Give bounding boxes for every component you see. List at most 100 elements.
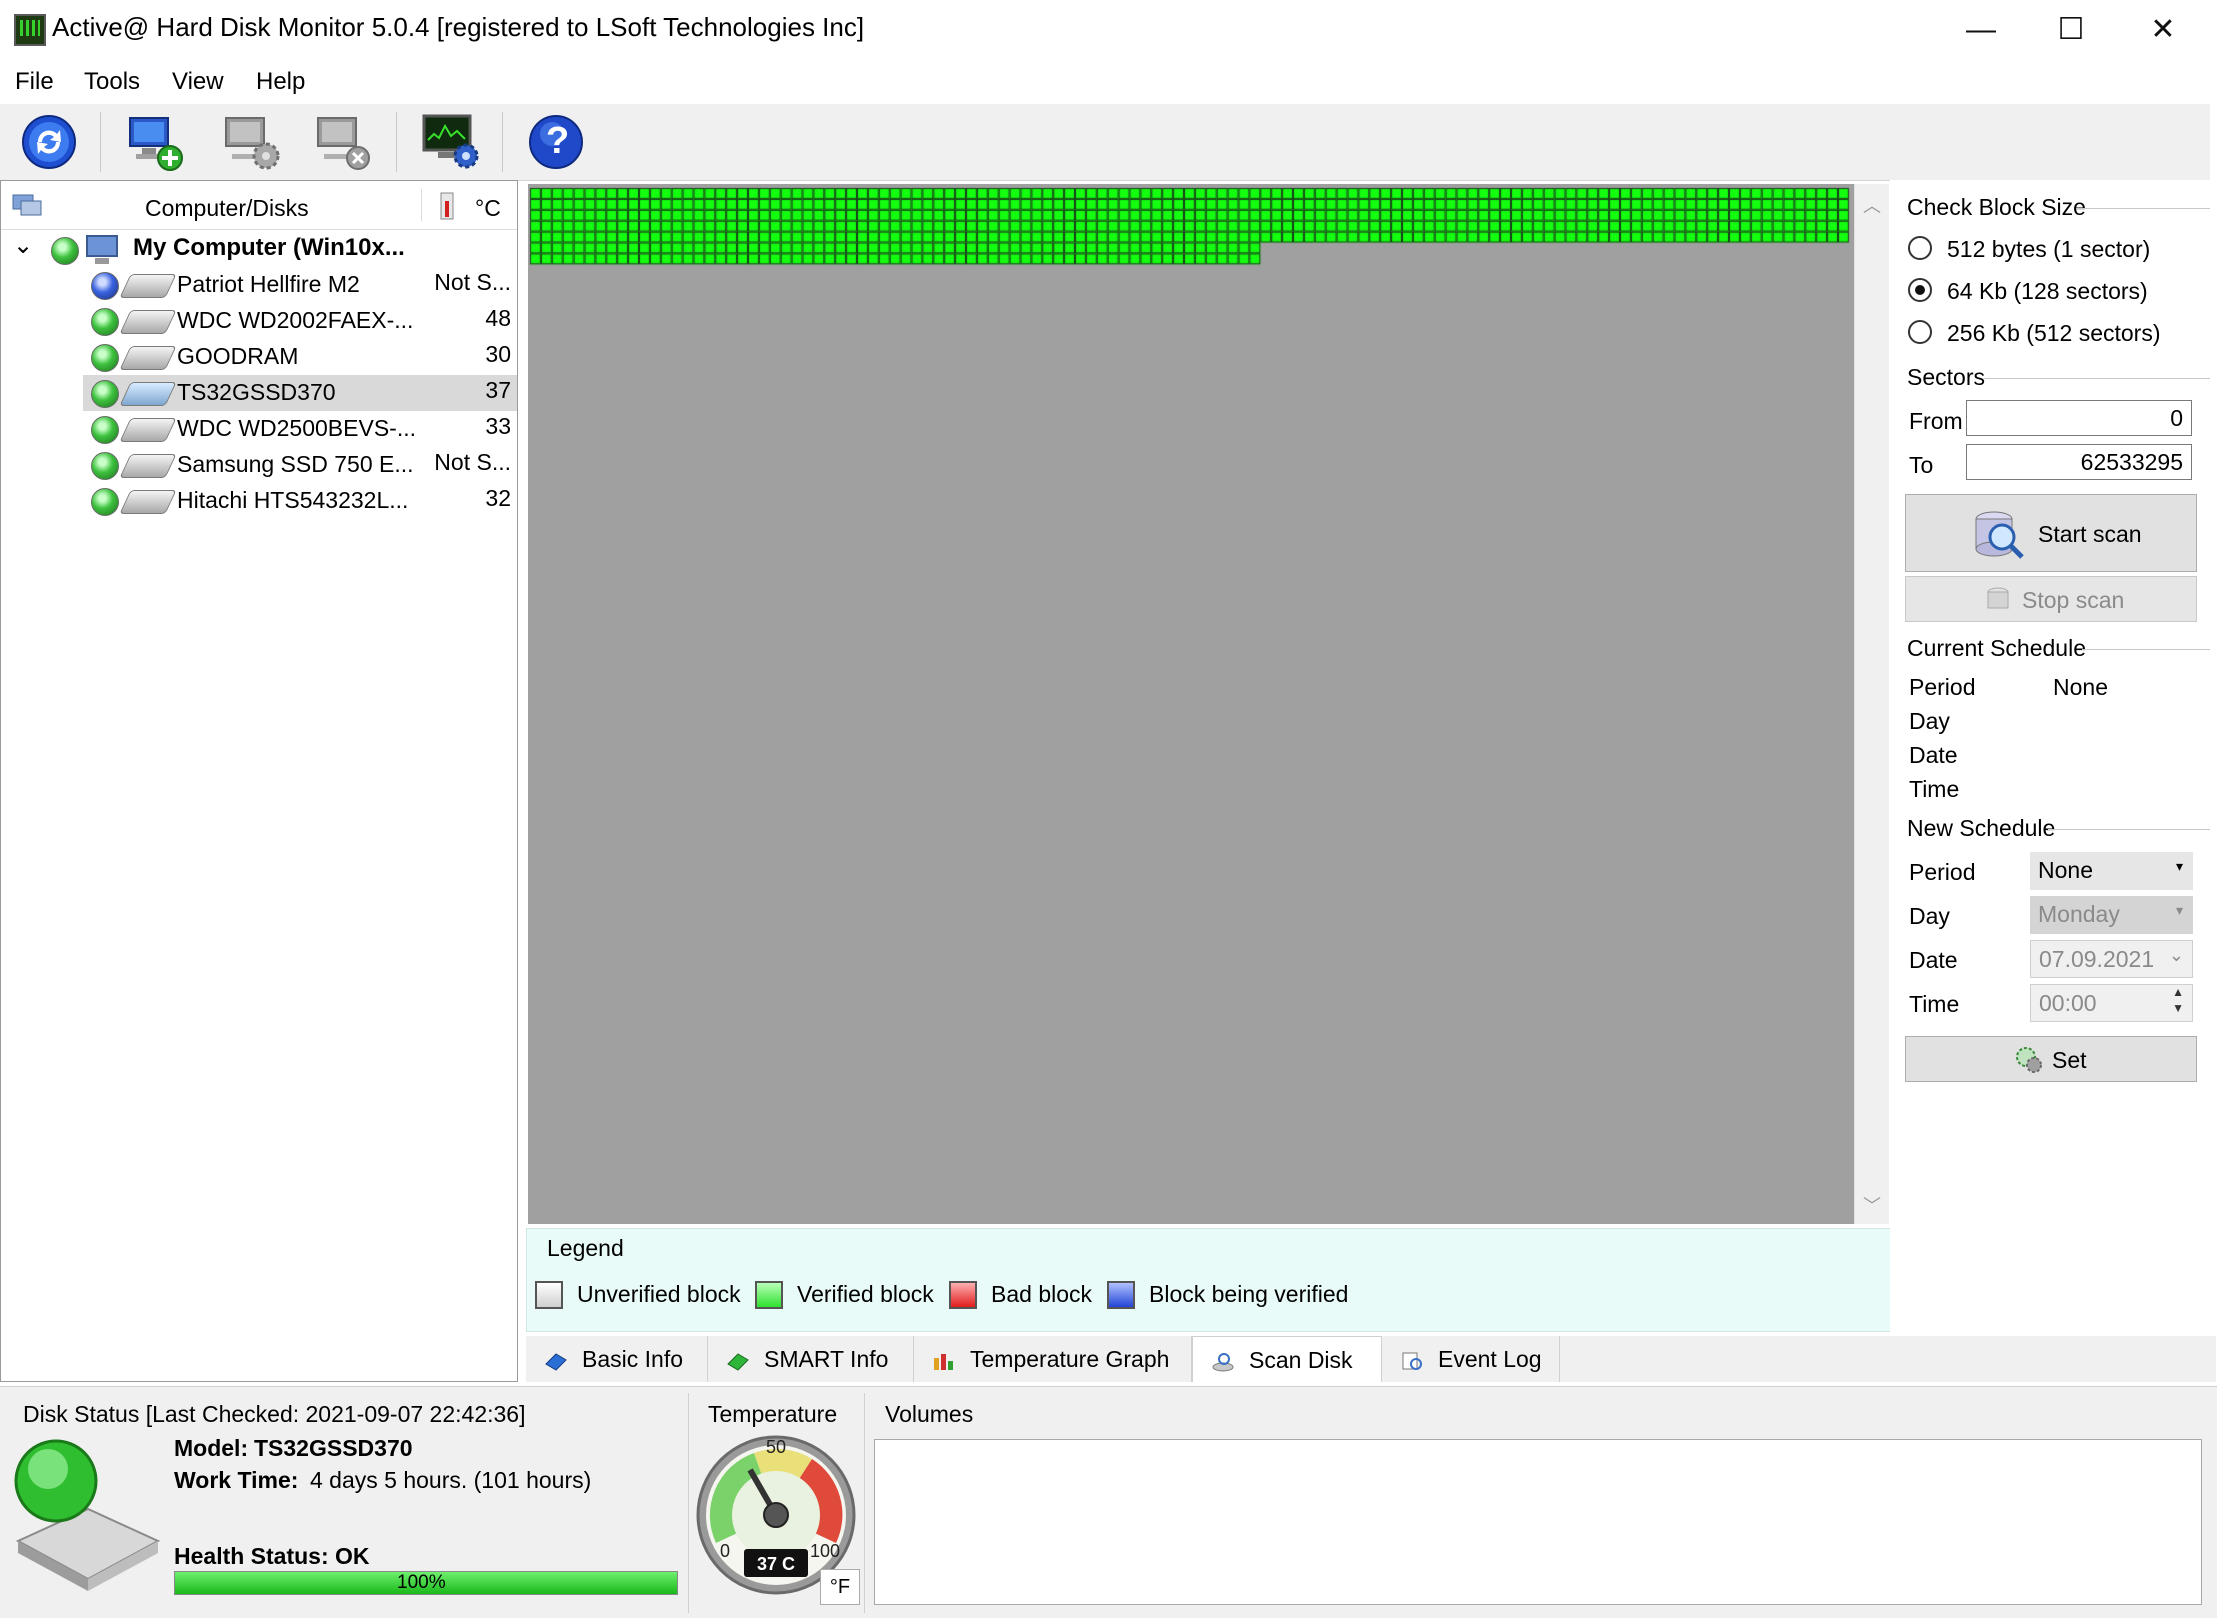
radio-256-kb[interactable] bbox=[1908, 320, 1932, 344]
dropdown-arrow-icon: ▾ bbox=[2175, 902, 2183, 918]
new-time-label: Time bbox=[1909, 991, 1960, 1017]
day-select[interactable]: Monday ▾ bbox=[2030, 896, 2193, 934]
dropdown-arrow-icon: ▾ bbox=[2175, 858, 2183, 874]
minimize-button[interactable]: — bbox=[1936, 6, 2026, 54]
disk-item[interactable]: Samsung SSD 750 E... Not S... bbox=[1, 447, 517, 483]
disk-name: Hitachi HTS543232L... bbox=[177, 487, 409, 513]
menu-tools[interactable]: Tools bbox=[84, 68, 140, 96]
disk-item[interactable]: WDC WD2002FAEX-... 48 bbox=[1, 303, 517, 339]
new-day-label: Day bbox=[1909, 903, 1950, 929]
computers-icon bbox=[12, 194, 42, 216]
new-date-label: Date bbox=[1909, 947, 1958, 973]
spinner-down-icon[interactable]: ▼ bbox=[2172, 1001, 2184, 1015]
expander-icon[interactable]: ⌄ bbox=[13, 231, 33, 260]
refresh-icon bbox=[22, 115, 76, 169]
app-icon bbox=[14, 14, 46, 46]
disk-item[interactable]: Hitachi HTS543232L... 32 bbox=[1, 483, 517, 519]
tab-smart-info[interactable]: SMART Info bbox=[708, 1336, 914, 1382]
disk-temperature: Not S... bbox=[434, 269, 511, 295]
hard-disk-icon bbox=[119, 418, 177, 442]
health-progress-bar: 100% bbox=[174, 1571, 678, 1595]
toolbar: ? bbox=[0, 104, 2210, 181]
disk-status-icon bbox=[91, 380, 119, 408]
maximize-button[interactable]: ☐ bbox=[2026, 6, 2116, 54]
legend-title: Legend bbox=[547, 1235, 624, 1261]
model-label: Model: bbox=[174, 1435, 249, 1461]
work-time-label: Work Time: bbox=[174, 1467, 299, 1493]
to-label: To bbox=[1909, 452, 1934, 478]
new-schedule-title: New Schedule bbox=[1907, 815, 2056, 841]
work-time-value: 4 days 5 hours. (101 hours) bbox=[310, 1467, 592, 1493]
gauge-readout: 37 C bbox=[757, 1554, 795, 1574]
radio-256-kb-label[interactable]: 256 Kb (512 sectors) bbox=[1947, 320, 2161, 347]
current-period-value: None bbox=[2053, 674, 2108, 700]
disk-item[interactable]: GOODRAM 30 bbox=[1, 339, 517, 375]
disk-item[interactable]: WDC WD2500BEVS-... 33 bbox=[1, 411, 517, 447]
close-button[interactable]: ✕ bbox=[2118, 6, 2208, 54]
scroll-up-icon[interactable]: ︿ bbox=[1863, 192, 1881, 218]
current-schedule-title: Current Schedule bbox=[1907, 635, 2086, 661]
gauge-tick-100: 100 bbox=[810, 1541, 840, 1561]
help-button[interactable]: ? bbox=[526, 112, 588, 172]
scan-map bbox=[528, 184, 1854, 1224]
legend-verified-label: Verified block bbox=[797, 1281, 934, 1307]
scan-disk-icon bbox=[1212, 1352, 1234, 1372]
menu-file[interactable]: File bbox=[15, 68, 54, 96]
remove-computer-button[interactable] bbox=[312, 112, 374, 172]
remove-computer-icon bbox=[317, 117, 370, 170]
health-percent-text: 100% bbox=[397, 1572, 446, 1593]
scroll-down-icon[interactable]: ﹀ bbox=[1863, 1192, 1881, 1218]
day-select-value: Monday bbox=[2038, 901, 2120, 927]
computer-settings-button[interactable] bbox=[220, 112, 282, 172]
period-select[interactable]: None ▾ bbox=[2030, 852, 2193, 890]
start-scan-label: Start scan bbox=[2038, 521, 2142, 547]
fahrenheit-toggle-button[interactable]: °F bbox=[820, 1569, 860, 1605]
tab-label: Temperature Graph bbox=[970, 1346, 1170, 1372]
stop-scan-button[interactable]: Stop scan bbox=[1905, 576, 2197, 622]
monitor-settings-button[interactable] bbox=[420, 112, 482, 172]
to-sector-input[interactable]: 62533295 bbox=[1966, 444, 2192, 480]
add-computer-button[interactable] bbox=[124, 112, 186, 172]
start-scan-button[interactable]: Start scan bbox=[1905, 494, 2197, 572]
window-title: Active@ Hard Disk Monitor 5.0.4 [registe… bbox=[52, 12, 865, 42]
legend-bad-swatch bbox=[949, 1281, 977, 1309]
disk-health-icon bbox=[14, 1439, 161, 1591]
map-scrollbar[interactable]: ︿ ﹀ bbox=[1854, 184, 1889, 1224]
tab-temperature-graph[interactable]: Temperature Graph bbox=[914, 1336, 1192, 1382]
menu-help[interactable]: Help bbox=[256, 68, 305, 96]
disk-item[interactable]: Patriot Hellfire M2 Not S... bbox=[1, 267, 517, 303]
set-schedule-button[interactable]: Set bbox=[1905, 1036, 2197, 1082]
stop-scan-icon bbox=[1987, 587, 2009, 609]
spinner-up-icon[interactable]: ▲ bbox=[2172, 985, 2184, 999]
tree-header-label[interactable]: Computer/Disks bbox=[145, 195, 309, 222]
current-date-label: Date bbox=[1909, 742, 1958, 768]
tab-event-log[interactable]: Event Log bbox=[1382, 1336, 1560, 1382]
date-picker[interactable]: 07.09.2021 ⌄ bbox=[2030, 940, 2193, 978]
tree-root-my-computer[interactable]: ⌄ My Computer (Win10x... bbox=[1, 231, 517, 267]
disk-status-icon bbox=[91, 308, 119, 336]
tab-scan-disk[interactable]: Scan Disk bbox=[1192, 1336, 1382, 1382]
tab-basic-info[interactable]: Basic Info bbox=[526, 1336, 708, 1382]
volumes-list[interactable] bbox=[874, 1439, 2202, 1605]
chevron-down-icon[interactable]: ⌄ bbox=[2169, 945, 2184, 966]
title-bar: Active@ Hard Disk Monitor 5.0.4 [registe… bbox=[0, 0, 2217, 60]
radio-512-bytes-label[interactable]: 512 bytes (1 sector) bbox=[1947, 236, 2150, 263]
disk-tree-panel: Computer/Disks °C ⌄ My Computer (Win10x.… bbox=[0, 180, 518, 1382]
refresh-button[interactable] bbox=[18, 112, 80, 172]
hard-disk-icon bbox=[119, 454, 177, 478]
stop-scan-label: Stop scan bbox=[2022, 587, 2125, 613]
disk-item[interactable]: TS32GSSD370 37 bbox=[83, 375, 517, 411]
radio-512-bytes[interactable] bbox=[1908, 236, 1932, 260]
tab-bar: Basic Info SMART Info Temperature Graph … bbox=[526, 1336, 2216, 1382]
from-sector-input[interactable]: 0 bbox=[1966, 400, 2192, 436]
radio-64-kb[interactable] bbox=[1908, 278, 1932, 302]
menu-view[interactable]: View bbox=[172, 68, 224, 96]
radio-64-kb-label[interactable]: 64 Kb (128 sectors) bbox=[1947, 278, 2148, 305]
event-log-icon bbox=[1402, 1352, 1422, 1370]
health-status-label: Health Status: OK bbox=[174, 1543, 370, 1569]
time-spinner[interactable]: 00:00 ▲ ▼ bbox=[2030, 984, 2193, 1022]
add-computer-icon bbox=[129, 117, 183, 171]
menu-bar: File Tools View Help bbox=[0, 60, 2217, 104]
current-time-label: Time bbox=[1909, 776, 1960, 802]
temp-unit-label[interactable]: °C bbox=[475, 195, 501, 222]
